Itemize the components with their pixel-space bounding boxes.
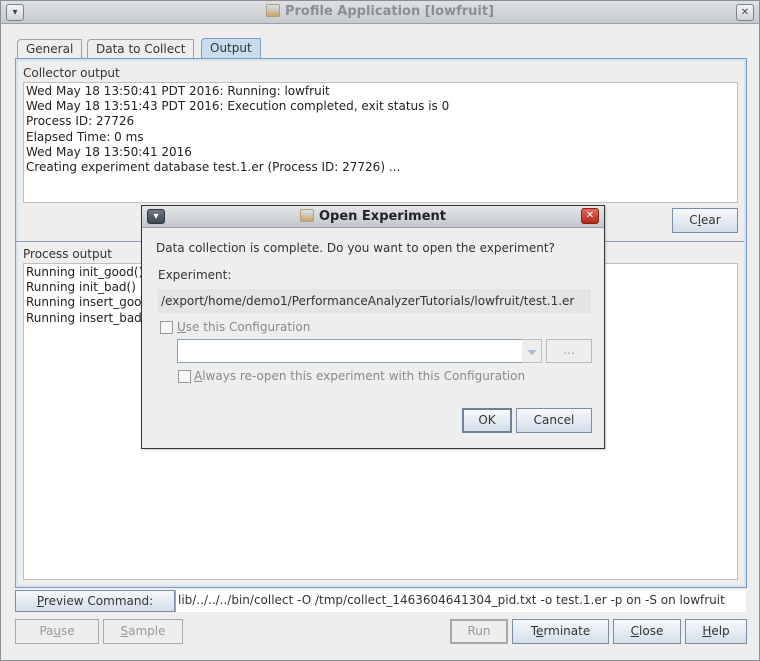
close-icon: ✕ (585, 210, 595, 221)
terminate-button[interactable]: Terminate (512, 619, 609, 644)
tab-data-to-collect[interactable]: Data to Collect (87, 39, 195, 58)
open-experiment-dialog: ▾ Open Experiment ✕ Data collection is c… (141, 205, 605, 449)
always-reopen-label: Always re-open this experiment with this… (194, 369, 525, 383)
mnemonic: U (177, 320, 186, 334)
process-output-label: Process output (23, 247, 112, 261)
label-part: lose (639, 624, 664, 638)
tab-label: Output (210, 41, 252, 55)
label-part: se this Configuration (185, 320, 311, 334)
tab-output[interactable]: Output (201, 38, 261, 58)
close-button[interactable]: Close (613, 619, 681, 644)
mnemonic: C (630, 624, 640, 638)
use-configuration-label: Use this Configuration (177, 320, 310, 334)
chevron-down-icon[interactable] (522, 339, 542, 363)
browse-configuration-button[interactable]: ... (546, 339, 592, 363)
experiment-label: Experiment: (158, 268, 232, 282)
dialog-title-bar: ▾ Open Experiment ✕ (142, 206, 604, 228)
dialog-close-button[interactable]: ✕ (581, 208, 599, 224)
label-part: ample (128, 624, 166, 638)
close-icon: ✕ (740, 7, 750, 18)
label-part: elp (711, 624, 730, 638)
collector-output-textarea[interactable]: Wed May 18 13:50:41 PDT 2016: Running: l… (23, 82, 738, 203)
label-part: review Command: (43, 594, 154, 608)
dialog-title: Open Experiment (142, 209, 604, 224)
dialog-title-text: Open Experiment (318, 209, 447, 224)
collector-output-label: Collector output (23, 66, 120, 80)
title-bar: ▾ Profile Application [lowfruit] ✕ (1, 1, 759, 24)
clear-button[interactable]: Clear (672, 208, 738, 233)
mnemonic: S (120, 624, 129, 638)
dialog-message: Data collection is complete. Do you want… (156, 241, 555, 255)
tab-label: General (26, 42, 74, 56)
run-button[interactable]: Run (450, 619, 508, 644)
sample-button[interactable]: Sample (103, 619, 183, 644)
window-title: Profile Application [lowfruit] (1, 4, 759, 19)
label-part: lways re-open this experiment with this … (202, 369, 526, 383)
window-close-button[interactable]: ✕ (736, 4, 754, 21)
mnemonic: H (702, 624, 712, 638)
label-part: rminate (543, 624, 591, 638)
mnemonic: u (53, 624, 62, 638)
always-reopen-checkbox[interactable] (178, 370, 191, 383)
app-icon (299, 209, 314, 222)
configuration-combobox[interactable] (177, 339, 541, 363)
experiment-path-field: /export/home/demo1/PerformanceAnalyzerTu… (158, 289, 591, 313)
label-part: ear (701, 213, 721, 227)
mnemonic: P (36, 594, 44, 608)
use-configuration-checkbox[interactable] (160, 321, 173, 334)
label-part: Pa (39, 624, 54, 638)
help-button[interactable]: Help (685, 619, 747, 644)
mnemonic: A (194, 369, 203, 383)
label-part: se (61, 624, 75, 638)
preview-command-button[interactable]: Preview Command: (15, 590, 175, 612)
preview-command-field[interactable]: lib/../../../bin/collect -O /tmp/collect… (175, 590, 746, 612)
cancel-button[interactable]: Cancel (516, 408, 592, 433)
label-part: C (689, 213, 698, 227)
tab-general[interactable]: General (17, 39, 83, 58)
pause-button[interactable]: Pause (15, 619, 99, 644)
app-icon (265, 4, 280, 17)
window-title-text: Profile Application [lowfruit] (284, 4, 495, 19)
ok-button[interactable]: OK (462, 408, 512, 433)
tab-label: Data to Collect (96, 42, 186, 56)
